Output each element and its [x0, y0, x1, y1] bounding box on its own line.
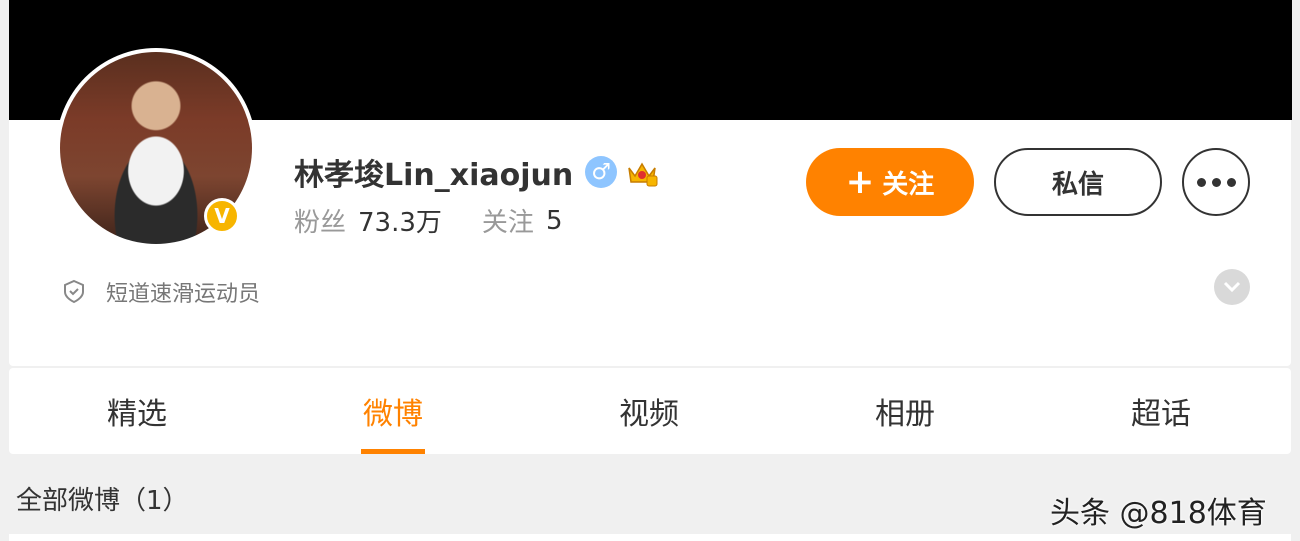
profile-stats: 粉丝 73.3万 关注 5 [294, 202, 562, 239]
fans-label[interactable]: 粉丝 [294, 202, 346, 239]
more-options-button[interactable] [1182, 148, 1250, 216]
tab-featured[interactable]: 精选 [9, 368, 265, 454]
tab-video[interactable]: 视频 [521, 368, 777, 454]
gender-male-icon: ♂ [585, 156, 618, 188]
shield-icon [64, 279, 84, 304]
follow-button-label: 关注 [882, 169, 935, 200]
more-dot-icon [1226, 177, 1236, 187]
profile-tabs: 精选 微博 视频 相册 超话 [9, 368, 1291, 454]
verified-v-icon: V [204, 198, 240, 234]
tab-album[interactable]: 相册 [777, 368, 1033, 454]
more-dot-icon [1211, 177, 1221, 187]
following-count[interactable]: 5 [546, 206, 563, 236]
tab-supertopic[interactable]: 超话 [1033, 368, 1289, 454]
name-row: 林孝埈Lin_xiaojun ♂ [294, 150, 659, 194]
message-button[interactable]: 私信 [994, 148, 1162, 216]
feed-card [9, 534, 1291, 541]
all-posts-header[interactable]: 全部微博（1） [16, 480, 189, 517]
tab-weibo[interactable]: 微博 [265, 368, 521, 454]
follow-button[interactable]: + 关注 [806, 148, 974, 216]
profile-name: 林孝埈Lin_xiaojun [294, 158, 574, 193]
plus-icon: + [845, 162, 875, 202]
profile-description: 短道速滑运动员 [62, 276, 260, 308]
description-text: 短道速滑运动员 [106, 282, 261, 307]
watermark: 头条 @818体育 [1050, 496, 1267, 531]
chevron-down-icon[interactable] [1214, 269, 1250, 305]
crown-icon[interactable] [625, 156, 659, 188]
following-label[interactable]: 关注 [482, 202, 534, 239]
fans-count[interactable]: 73.3万 [358, 202, 442, 239]
more-dot-icon [1196, 177, 1206, 187]
